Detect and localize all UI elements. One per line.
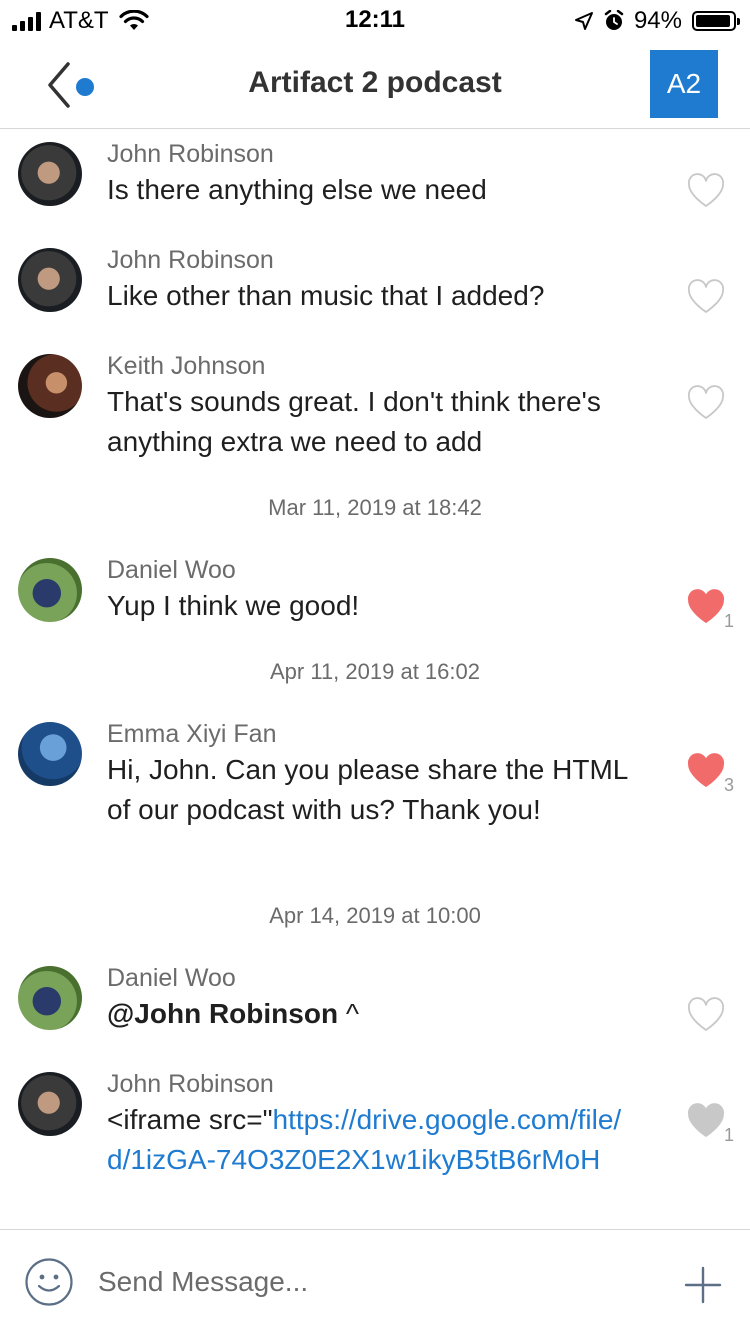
message-sender: John Robinson [107, 246, 274, 274]
timestamp-divider: Apr 14, 2019 at 10:00 [269, 903, 481, 928]
message-prefix: <iframe src=" [107, 1104, 273, 1135]
message-sender: Daniel Woo [107, 964, 236, 992]
battery-icon [692, 11, 740, 31]
message-sender: John Robinson [107, 140, 274, 168]
message-text: Yup I think we good! [107, 590, 360, 621]
timestamp-divider: Mar 11, 2019 at 18:42 [268, 495, 482, 520]
smiley-icon[interactable] [24, 1257, 74, 1307]
message-sender: John Robinson [107, 1070, 274, 1098]
like-count: 1 [724, 1125, 735, 1145]
status-bar: AT&T 12:11 94% [0, 0, 750, 40]
page-title: Artifact 2 podcast [248, 66, 502, 99]
group-avatar-button[interactable]: A2 [650, 50, 718, 118]
heart-icon[interactable] [686, 173, 726, 209]
like-count: 3 [724, 775, 735, 795]
avatar[interactable] [18, 722, 82, 786]
avatar[interactable] [18, 142, 82, 206]
heart-icon[interactable] [686, 589, 726, 625]
message-sender: Keith Johnson [107, 352, 266, 380]
heart-icon[interactable] [686, 385, 726, 421]
alarm-icon [604, 10, 624, 30]
mention[interactable]: @John Robinson [107, 998, 338, 1029]
battery-percent: 94% [633, 7, 682, 34]
heart-icon[interactable] [686, 753, 726, 789]
avatar[interactable] [18, 558, 82, 622]
status-right: 94% [574, 6, 740, 36]
message-text: @John Robinson ^ [107, 994, 657, 1034]
location-arrow-icon [574, 12, 593, 30]
message-suffix: ^ [345, 998, 359, 1029]
avatar[interactable] [18, 354, 82, 418]
message-text: That's sounds great. I don't think there… [107, 386, 601, 457]
message-sender: Daniel Woo [107, 556, 236, 584]
avatar[interactable] [18, 966, 82, 1030]
message-text: <iframe src="https://drive.google.com/fi… [107, 1100, 637, 1180]
heart-icon[interactable] [686, 279, 726, 315]
message-sender: Emma Xiyi Fan [107, 720, 277, 748]
message-list[interactable]: John Robinson Is there anything else we … [0, 129, 750, 1229]
message-input[interactable] [98, 1254, 638, 1310]
avatar[interactable] [18, 1072, 82, 1136]
timestamp-divider: Apr 11, 2019 at 16:02 [270, 659, 480, 684]
avatar[interactable] [18, 248, 82, 312]
heart-icon[interactable] [686, 1103, 726, 1139]
message-text: Like other than music that I added? [107, 280, 545, 311]
message-composer [0, 1229, 750, 1335]
message-text: Is there anything else we need [107, 174, 487, 205]
message-text: Hi, John. Can you please share the HTML … [107, 754, 628, 825]
heart-icon[interactable] [686, 997, 726, 1033]
plus-icon[interactable] [684, 1266, 722, 1304]
like-count: 1 [724, 611, 735, 631]
nav-bar: Artifact 2 podcast A2 [0, 40, 750, 129]
